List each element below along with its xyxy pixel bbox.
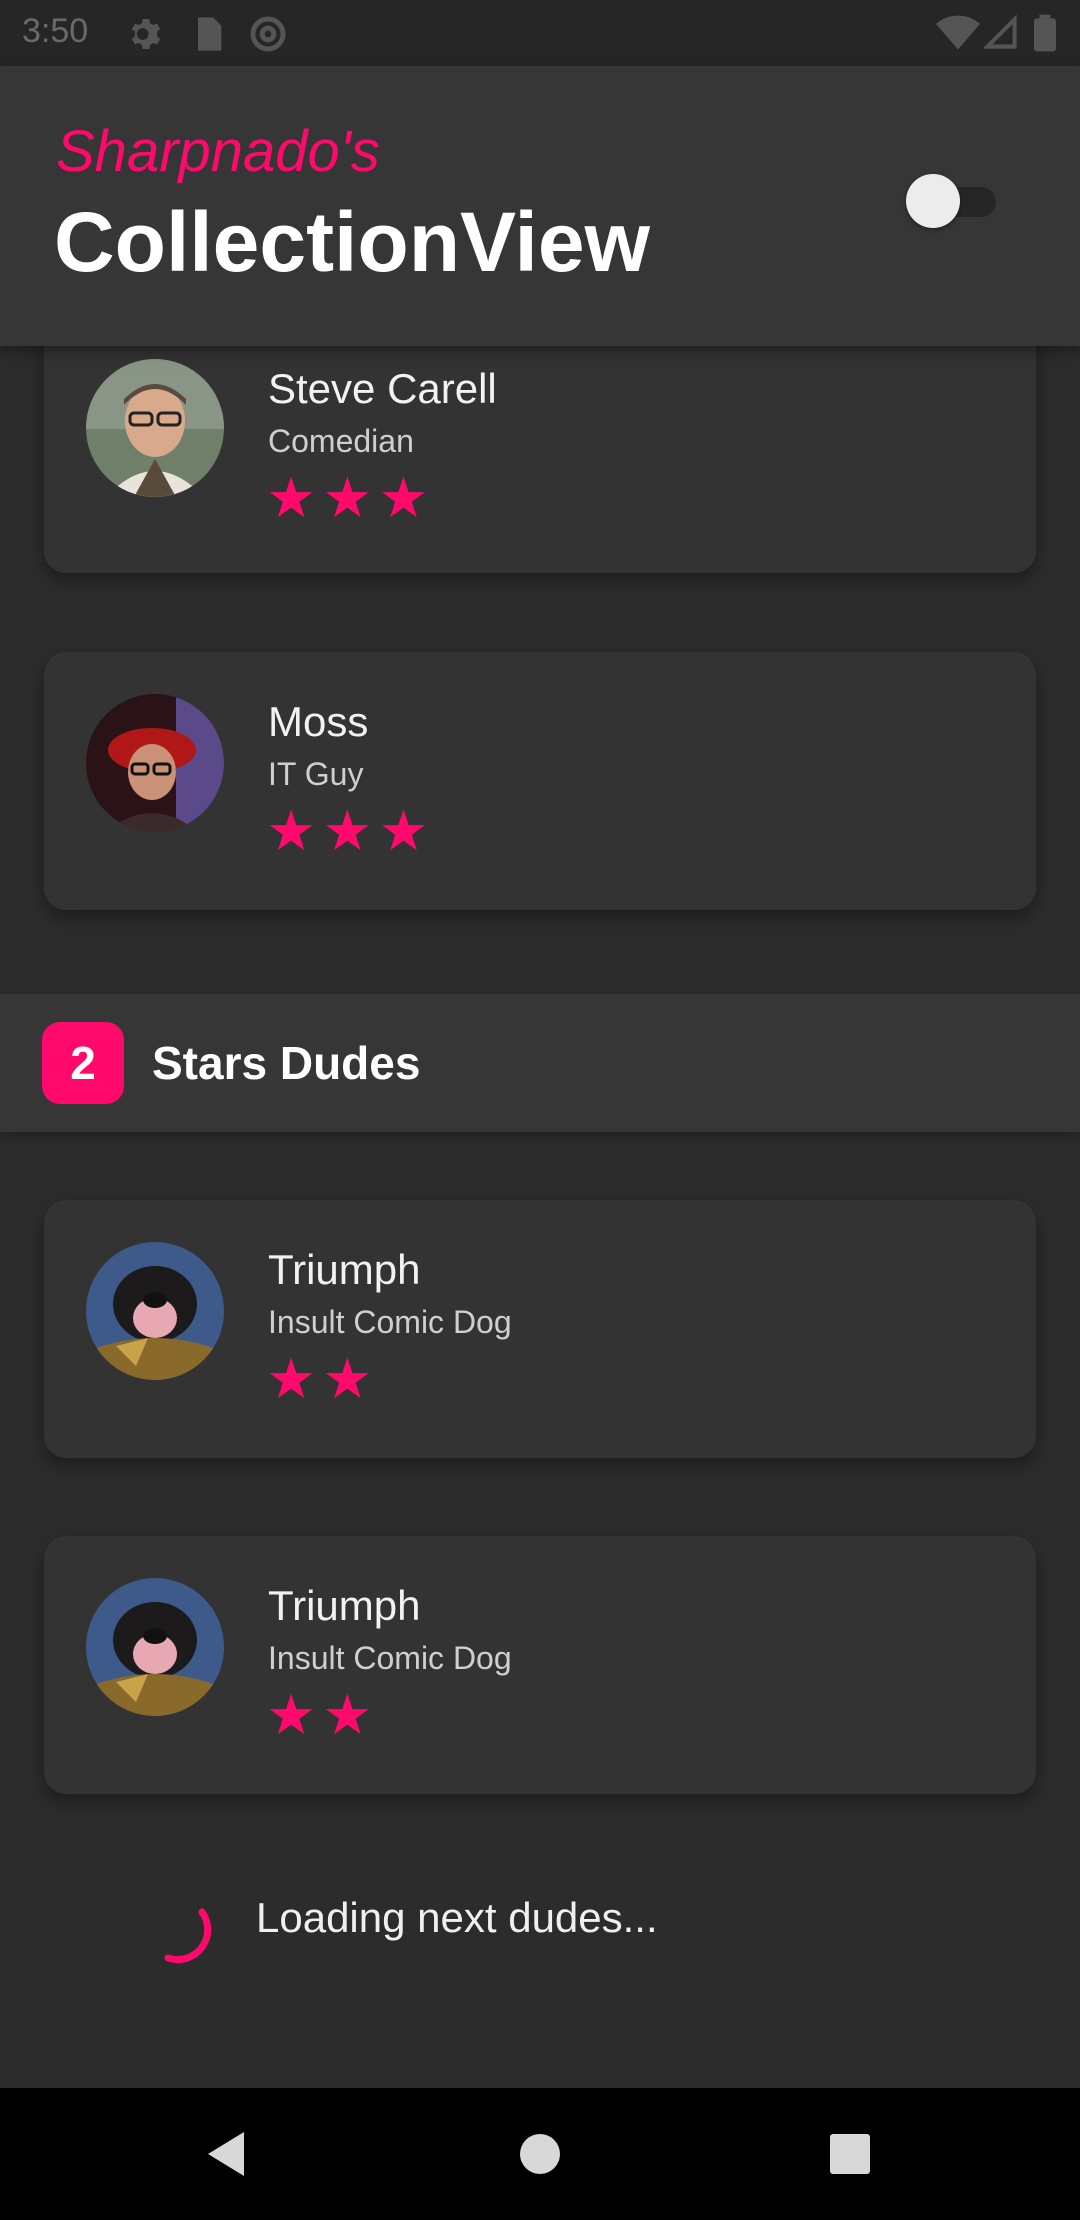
app-header: Sharpnado's CollectionView bbox=[0, 66, 1080, 346]
status-bar: 3:50 bbox=[0, 0, 1080, 66]
recents-icon[interactable] bbox=[820, 2124, 880, 2184]
rating-stars: ★★ bbox=[266, 1683, 379, 1746]
card-name: Triumph bbox=[268, 1246, 421, 1293]
back-icon[interactable] bbox=[196, 2124, 256, 2184]
header-subtitle: Sharpnado's bbox=[56, 119, 380, 184]
battery-icon bbox=[1034, 14, 1056, 52]
header-title: CollectionView bbox=[54, 195, 650, 289]
at-sign-icon bbox=[250, 16, 286, 52]
rating-stars: ★★★ bbox=[266, 466, 435, 529]
rating-stars: ★★ bbox=[266, 1347, 379, 1410]
card-name: Steve Carell bbox=[268, 365, 497, 412]
card-role: IT Guy bbox=[268, 756, 364, 792]
app-screen: 3:50 Sharpnado's CollectionView Steve Ca… bbox=[0, 0, 1080, 2220]
rating-stars: ★★★ bbox=[266, 799, 435, 862]
system-nav-bar bbox=[0, 2088, 1080, 2220]
status-time: 3:50 bbox=[22, 12, 89, 50]
section-count-badge: 2 bbox=[42, 1022, 124, 1104]
list-item[interactable]: Triumph Insult Comic Dog ★★ bbox=[44, 1536, 1036, 1794]
loading-spinner-icon bbox=[164, 1908, 212, 1964]
section-header: 2 Stars Dudes bbox=[0, 994, 1080, 1132]
wifi-icon bbox=[936, 15, 980, 50]
home-icon[interactable] bbox=[510, 2124, 570, 2184]
loading-text: Loading next dudes... bbox=[256, 1894, 658, 1941]
toggle-thumb bbox=[906, 174, 960, 228]
list-item[interactable]: Triumph Insult Comic Dog ★★ bbox=[44, 1200, 1036, 1458]
avatar bbox=[86, 1578, 224, 1716]
signal-icon bbox=[984, 14, 1017, 49]
card-name: Moss bbox=[268, 698, 369, 745]
avatar bbox=[86, 359, 224, 497]
list-item[interactable]: Steve Carell Comedian ★★★ bbox=[44, 315, 1036, 573]
card-role: Insult Comic Dog bbox=[268, 1304, 512, 1340]
sd-card-icon bbox=[198, 17, 222, 51]
card-name: Triumph bbox=[268, 1582, 421, 1629]
avatar bbox=[86, 1242, 224, 1380]
gear-icon bbox=[131, 19, 161, 49]
list-item[interactable]: Moss IT Guy ★★★ bbox=[44, 652, 1036, 910]
theme-toggle[interactable] bbox=[906, 174, 996, 228]
avatar bbox=[86, 694, 224, 832]
card-role: Insult Comic Dog bbox=[268, 1640, 512, 1676]
section-title: Stars Dudes bbox=[152, 1037, 421, 1089]
card-role: Comedian bbox=[268, 423, 414, 459]
